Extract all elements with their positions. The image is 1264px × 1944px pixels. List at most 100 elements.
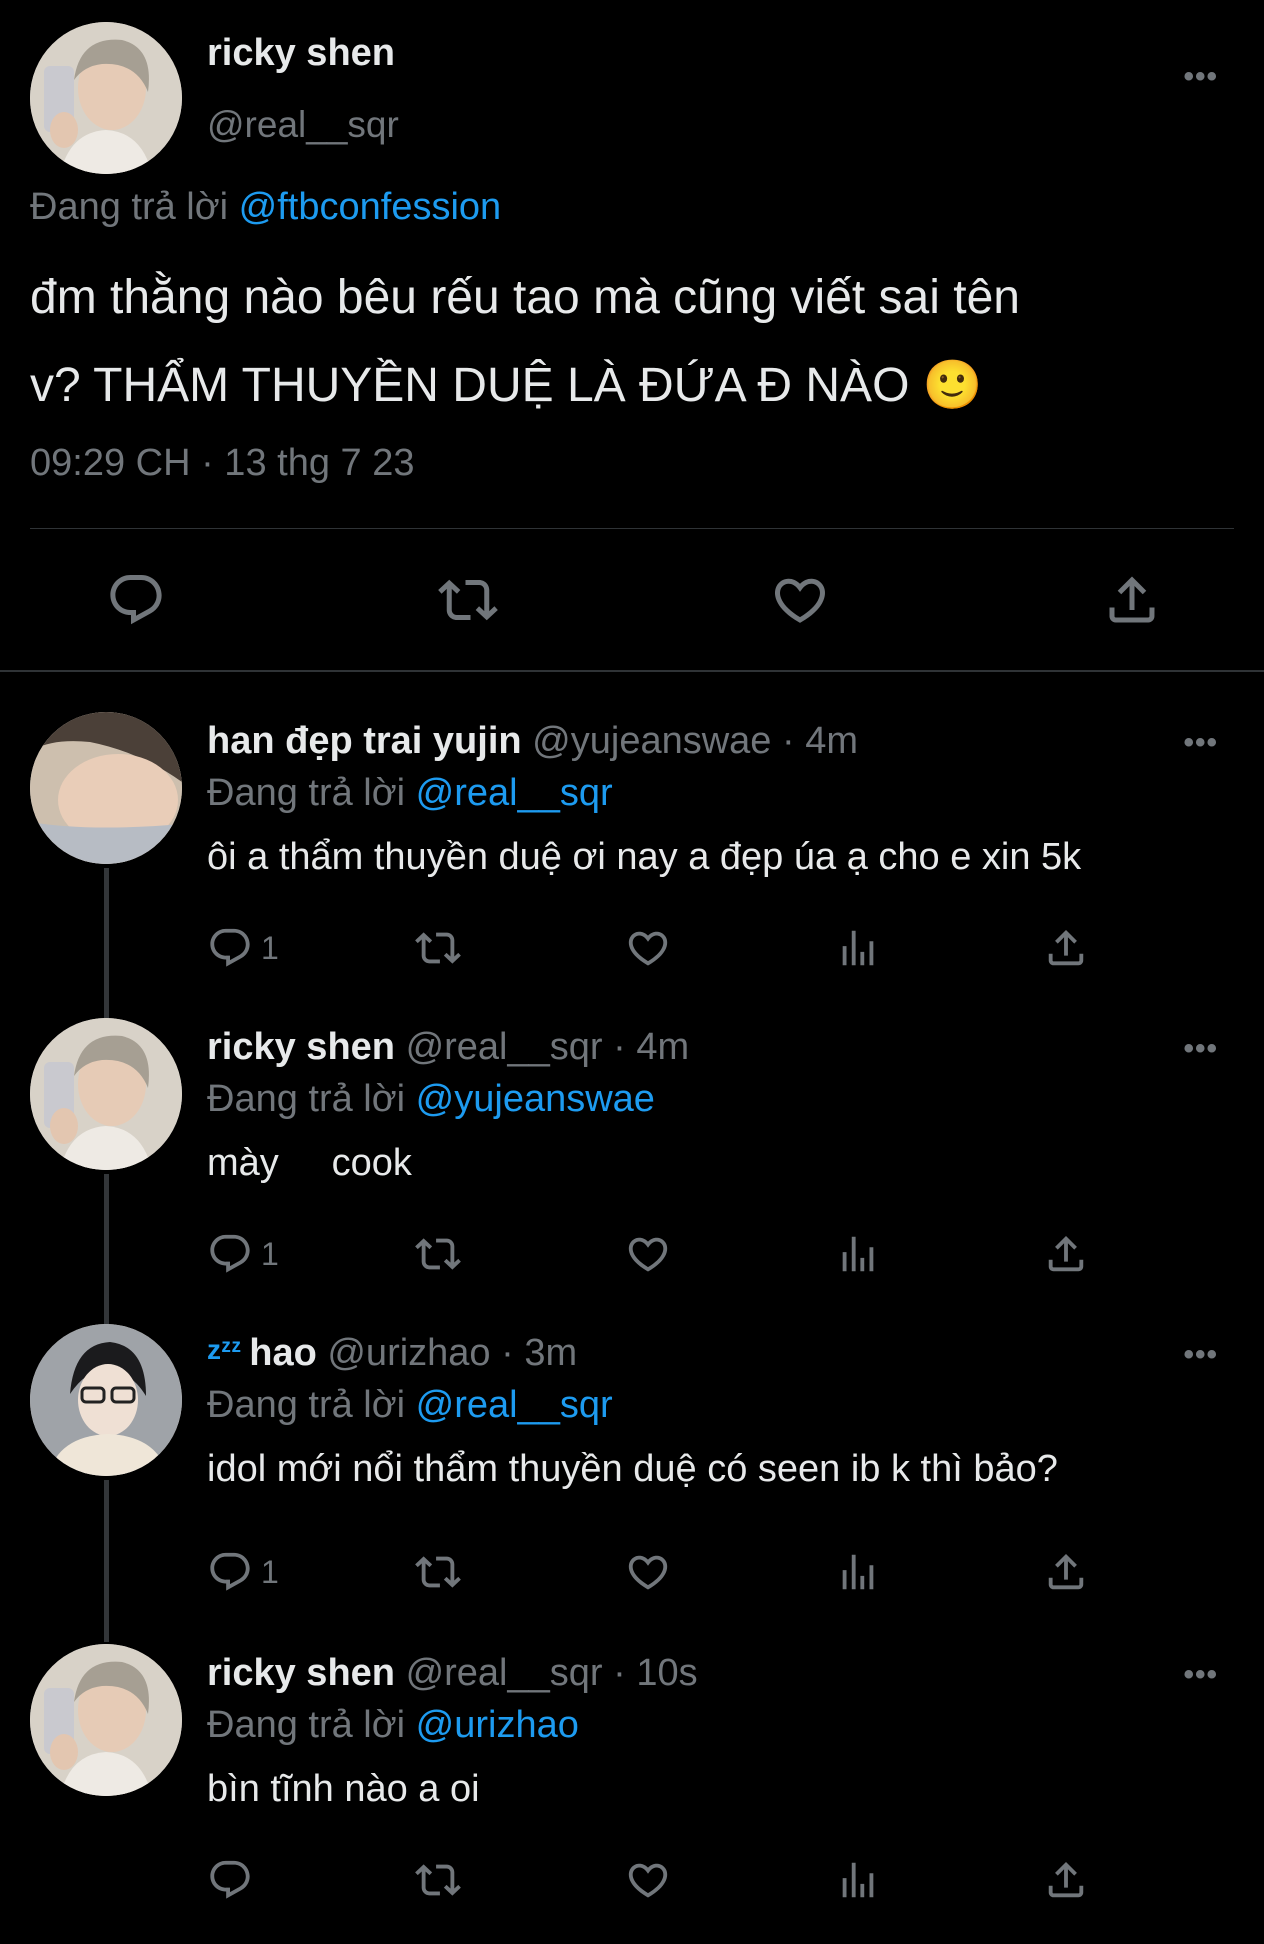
author-name[interactable]: ricky shen (207, 32, 395, 75)
tweet-text: đm thằng nào bêu rếu tao mà cũng viết sa… (30, 254, 1230, 430)
share-icon (1043, 925, 1089, 971)
avatar[interactable] (30, 712, 182, 864)
like-icon (625, 925, 671, 971)
like-button[interactable] (625, 1852, 671, 1908)
avatar[interactable] (30, 1324, 182, 1476)
author-name[interactable]: ricky shen (207, 1652, 395, 1694)
share-button[interactable] (1043, 1544, 1089, 1600)
author-name[interactable]: ricky shen (207, 1026, 395, 1068)
reply-count: 1 (261, 1235, 279, 1272)
tweet-action-bar (30, 560, 1234, 640)
views-icon (835, 1857, 881, 1903)
retweet-button[interactable] (415, 1852, 461, 1908)
views-icon (835, 1231, 881, 1277)
reply-header: zᶻᶻ hao @urizhao · 3m (207, 1332, 577, 1375)
reply-time: · 10s (613, 1652, 698, 1694)
author-name[interactable]: hao (249, 1332, 317, 1374)
more-options-icon[interactable]: ••• (1183, 60, 1218, 94)
share-icon (1043, 1231, 1089, 1277)
tweet-timestamp[interactable]: 09:29 CH · 13 thg 7 23 (30, 442, 414, 485)
like-button[interactable] (625, 1226, 671, 1282)
author-handle[interactable]: @real__sqr (207, 104, 399, 146)
reply-icon[interactable] (106, 570, 166, 630)
replying-to-link[interactable]: @real__sqr (416, 772, 613, 814)
reply-button[interactable]: 1 (207, 920, 279, 976)
reply-count: 1 (261, 929, 279, 966)
reply-time: · 4m (782, 720, 858, 762)
like-button[interactable] (625, 920, 671, 976)
author-handle[interactable]: @urizhao (327, 1332, 490, 1374)
views-icon (835, 1549, 881, 1595)
reply-button[interactable]: 1 (207, 1544, 279, 1600)
more-options-icon[interactable]: ••• (1183, 1338, 1218, 1372)
more-options-icon[interactable]: ••• (1183, 1032, 1218, 1066)
like-icon[interactable] (770, 570, 830, 630)
reply-text: ôi a thẩm thuyền duệ ơi nay a đẹp úa ạ c… (207, 836, 1082, 878)
like-icon (625, 1857, 671, 1903)
author-handle[interactable]: @real__sqr (406, 1652, 603, 1694)
tweet-text-line: đm thằng nào bêu rếu tao mà cũng viết sa… (30, 271, 1020, 324)
reply-count: 1 (261, 1553, 279, 1590)
views-button[interactable] (835, 920, 881, 976)
retweet-icon[interactable] (438, 570, 498, 630)
reply-icon (207, 925, 253, 971)
reply-tweet[interactable]: ricky shen @real__sqr · 10s ••• Đang trả… (30, 1644, 1234, 1944)
replying-to: Đang trả lời @yujeanswae (207, 1078, 655, 1121)
reply-header: ricky shen @real__sqr · 10s (207, 1652, 698, 1695)
reply-tweet[interactable]: han đẹp trai yujin @yujeanswae · 4m ••• … (30, 712, 1234, 1012)
like-icon (625, 1231, 671, 1277)
reply-action-bar: 1 (207, 1226, 1157, 1282)
author-name[interactable]: han đẹp trai yujin (207, 720, 522, 762)
views-icon (835, 925, 881, 971)
reply-tweet[interactable]: ricky shen @real__sqr · 4m ••• Đang trả … (30, 1018, 1234, 1318)
replying-prefix: Đang trả lời (207, 772, 406, 814)
reply-tweet[interactable]: zᶻᶻ hao @urizhao · 3m ••• Đang trả lời @r… (30, 1324, 1234, 1624)
retweet-icon (415, 925, 461, 971)
retweet-icon (415, 1549, 461, 1595)
reply-text: mày cook (207, 1142, 412, 1184)
reply-time: · 4m (613, 1026, 690, 1068)
retweet-icon (415, 1857, 461, 1903)
replying-to-link[interactable]: @urizhao (416, 1704, 579, 1746)
author-handle[interactable]: @real__sqr (406, 1026, 603, 1068)
share-button[interactable] (1043, 1852, 1089, 1908)
reply-button[interactable] (207, 1852, 253, 1908)
retweet-button[interactable] (415, 920, 461, 976)
views-button[interactable] (835, 1852, 881, 1908)
share-button[interactable] (1043, 920, 1089, 976)
retweet-icon (415, 1231, 461, 1277)
reply-icon (207, 1231, 253, 1277)
like-button[interactable] (625, 1544, 671, 1600)
more-options-icon[interactable]: ••• (1183, 726, 1218, 760)
replying-prefix: Đang trả lời (30, 186, 229, 228)
reply-action-bar (207, 1852, 1157, 1908)
reply-header: han đẹp trai yujin @yujeanswae · 4m (207, 720, 858, 763)
replying-prefix: Đang trả lời (207, 1704, 406, 1746)
replying-to-link[interactable]: @yujeanswae (416, 1078, 655, 1120)
more-options-icon[interactable]: ••• (1183, 1658, 1218, 1692)
avatar[interactable] (30, 1644, 182, 1796)
share-icon (1043, 1857, 1089, 1903)
reply-button[interactable]: 1 (207, 1226, 279, 1282)
views-button[interactable] (835, 1544, 881, 1600)
like-icon (625, 1549, 671, 1595)
author-handle[interactable]: @yujeanswae (532, 720, 771, 762)
reply-time: · 3m (501, 1332, 578, 1374)
replying-to: Đang trả lời @urizhao (207, 1704, 579, 1747)
replying-prefix: Đang trả lời (207, 1078, 406, 1120)
avatar[interactable] (30, 1018, 182, 1170)
share-button[interactable] (1043, 1226, 1089, 1282)
reply-icon (207, 1857, 253, 1903)
replying-to-link[interactable]: @ftbconfession (239, 186, 502, 228)
divider (0, 670, 1264, 672)
share-icon[interactable] (1102, 570, 1162, 630)
retweet-button[interactable] (415, 1226, 461, 1282)
retweet-button[interactable] (415, 1544, 461, 1600)
avatar[interactable] (30, 22, 182, 174)
views-button[interactable] (835, 1226, 881, 1282)
replying-to-link[interactable]: @real__sqr (416, 1384, 613, 1426)
replying-to: Đang trả lời @real__sqr (207, 772, 613, 815)
reply-text: bìn tĩnh nào a oi (207, 1768, 480, 1810)
replying-prefix: Đang trả lời (207, 1384, 406, 1426)
tweet-text-line: v? THẨM THUYỀN DUỆ LÀ ĐỨA Đ NÀO 🙂 (30, 359, 983, 412)
